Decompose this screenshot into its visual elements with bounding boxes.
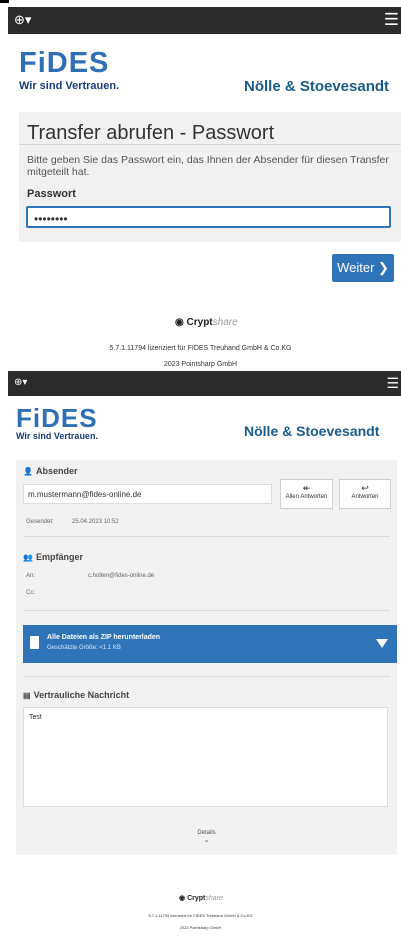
- globe-icon[interactable]: ⊕▾: [14, 12, 31, 28]
- users-icon: 👥: [23, 553, 33, 562]
- copyright-text-2: 2023 Pointsharp GmbH: [179, 925, 222, 930]
- license-text: 5.7.1.11794 lizenziert für FIDES Treuhan…: [109, 345, 292, 352]
- password-input[interactable]: ••••••••: [26, 206, 391, 228]
- zip-file-icon: [30, 636, 39, 649]
- cc-label: Cc:: [26, 590, 35, 596]
- password-card: Transfer abrufen - Passwort Bitte geben …: [19, 112, 401, 242]
- to-label: An:: [26, 573, 36, 579]
- cryptshare-circle-icon: ◉: [179, 895, 186, 902]
- divider: [23, 610, 390, 611]
- recipients-title: 👥 Empfänger: [23, 552, 83, 562]
- user-icon: 👤: [23, 467, 33, 476]
- chevron-down-icon[interactable]: [376, 639, 388, 648]
- divider: [23, 536, 390, 537]
- page-title: Transfer abrufen - Passwort: [27, 122, 275, 144]
- top-navbar: ⊕▾ ☰: [8, 7, 401, 34]
- reply-all-button[interactable]: ↞ Allen Antworten: [280, 479, 333, 509]
- download-size: Geschätzte Größe: <1.1 KB: [47, 645, 121, 651]
- copyright-text: 2023 Pointsharp GmbH: [163, 361, 238, 368]
- divider: [23, 676, 390, 677]
- globe-icon[interactable]: ⊕▾: [14, 377, 27, 388]
- transfer-card: 👤 Absender m.mustermann@fides-online.de ↞…: [16, 460, 397, 855]
- fides-tagline-2: Wir sind Vertrauen.: [16, 431, 98, 441]
- chevron-down-icon: ⌄: [203, 837, 210, 844]
- top-navbar-2: ⊕▾ ☰: [8, 371, 401, 396]
- reply-icon: ↩: [361, 483, 369, 493]
- sender-email: m.mustermann@fides-online.de: [23, 484, 272, 504]
- sent-label: Gesendet:: [26, 519, 54, 525]
- cryptshare-logo: ◉ Cryptshare: [175, 317, 238, 328]
- download-label: Alle Dateien als ZIP herunterladen: [47, 634, 161, 641]
- next-button[interactable]: Weiter ❯: [332, 254, 394, 282]
- partner-logo-2: Nölle & Stoevesandt: [244, 423, 380, 439]
- fides-logo: FiDES: [19, 47, 110, 79]
- sent-value: 25.04.2023 10:52: [72, 519, 119, 525]
- message-body: Test: [23, 707, 388, 807]
- reply-button[interactable]: ↩ Antworten: [339, 479, 391, 509]
- message-icon: ▤: [23, 691, 31, 700]
- reply-all-icon: ↞: [302, 483, 311, 493]
- fides-logo-2: FiDES: [16, 403, 98, 433]
- sender-title: 👤 Absender: [23, 466, 78, 476]
- hamburger-icon[interactable]: ☰: [384, 10, 399, 30]
- to-value: c.holten@fides-online.de: [88, 573, 155, 579]
- cryptshare-circle-icon: ◉: [175, 317, 184, 328]
- cryptshare-logo-2: ◉ Cryptshare: [179, 895, 223, 902]
- details-toggle[interactable]: Details ⌄: [16, 830, 397, 844]
- download-all-button[interactable]: Alle Dateien als ZIP herunterladen Gesch…: [23, 625, 397, 663]
- fides-tagline: Wir sind Vertrauen.: [19, 80, 120, 92]
- hamburger-icon[interactable]: ☰: [386, 375, 399, 392]
- license-text-2: 5.7.1.11794 lizenziert für FIDES Treuhan…: [148, 913, 253, 918]
- corner-mark: [0, 0, 9, 3]
- divider: [19, 144, 401, 145]
- password-label: Passwort: [27, 188, 76, 200]
- message-title: ▤ Vertrauliche Nachricht: [23, 690, 130, 700]
- password-description: Bitte geben Sie das Passwort ein, das Ih…: [27, 154, 389, 178]
- partner-logo: Nölle & Stoevesandt: [244, 78, 390, 95]
